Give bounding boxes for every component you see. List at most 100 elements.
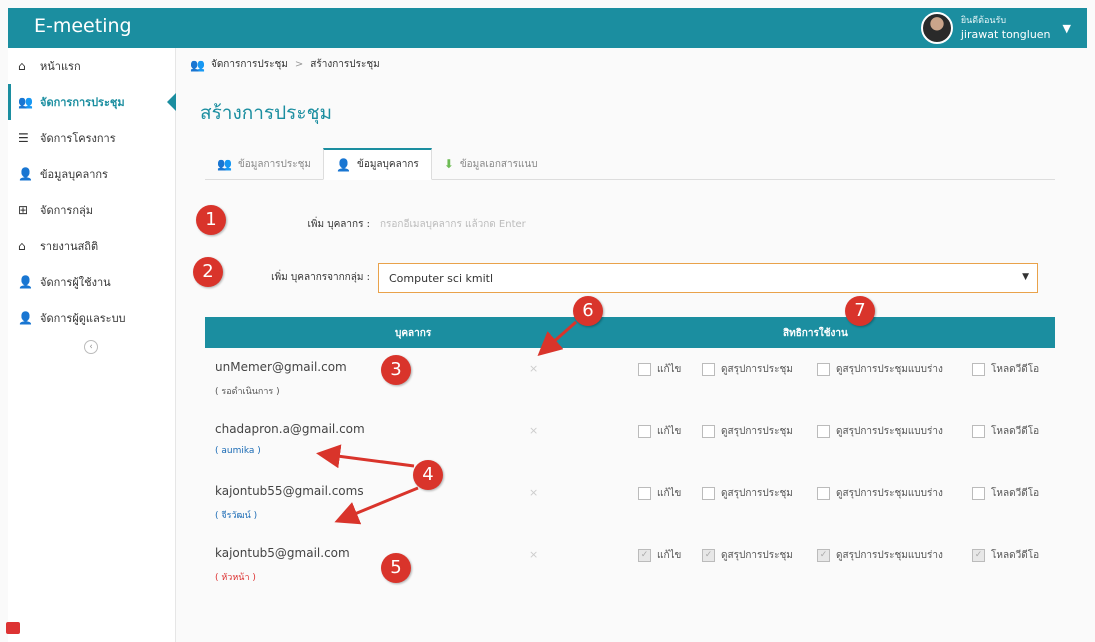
breadcrumb-separator: >	[294, 59, 304, 70]
perm-checkbox[interactable]	[702, 425, 715, 438]
tab-label: ข้อมูลการประชุม	[237, 158, 312, 170]
person-email: chadapron.a@gmail.com	[215, 422, 365, 436]
caret-down-icon[interactable]: ▼	[1063, 22, 1071, 35]
sidebar-item-label: หน้าแรก	[40, 60, 81, 73]
breadcrumb-current: สร้างการประชุม	[310, 59, 380, 70]
app-title[interactable]: E-meeting	[34, 15, 132, 37]
user-welcome-text: ยินดีต้อนรับ	[960, 16, 1007, 26]
perm-edit[interactable]: ✓ แก้ไข	[638, 548, 681, 563]
breadcrumb: 👥 จัดการการประชุม > สร้างการประชุม	[190, 57, 380, 72]
perm-label: ดูสรุปการประชุม	[721, 426, 793, 437]
group-select-value: Computer sci kmitl	[389, 272, 494, 285]
sidebar-item-label: จัดการการประชุม	[40, 96, 125, 109]
callout-7: 7	[845, 296, 875, 326]
perm-label: โหลดวีดีโอ	[991, 550, 1040, 561]
plus-square-icon: ⊞	[18, 203, 29, 217]
perm-checkbox[interactable]	[817, 487, 830, 500]
remove-person-button[interactable]: ×	[529, 424, 538, 437]
perm-download-video[interactable]: โหลดวีดีโอ	[972, 424, 1039, 439]
breadcrumb-link-manage-meetings[interactable]: จัดการการประชุม	[211, 57, 288, 72]
list-icon: ☰	[18, 131, 29, 145]
callout-1: 1	[196, 205, 226, 235]
user-name: jirawat tongluen	[960, 28, 1051, 41]
perm-edit[interactable]: แก้ไข	[638, 362, 681, 377]
add-person-label: เพิ่ม บุคลากร :	[307, 219, 370, 230]
sidebar-item-admins[interactable]: 👤 จัดการผู้ดูแลระบบ	[8, 300, 175, 336]
table-row: kajontub55@gmail.coms ( จีรวัฒน์ ) × แก้…	[205, 476, 1055, 538]
perm-download-video[interactable]: ✓ โหลดวีดีโอ	[972, 548, 1039, 563]
perm-checkbox[interactable]	[702, 363, 715, 376]
perm-label: แก้ไข	[657, 550, 682, 561]
users-icon: 👥	[190, 57, 205, 72]
perm-view-draft[interactable]: ดูสรุปการประชุมแบบร่าง	[817, 424, 943, 439]
user-menu[interactable]: ยินดีต้อนรับ jirawat tongluen ▼	[920, 11, 1071, 45]
home-icon: ⌂	[18, 59, 26, 73]
perm-view-summary[interactable]: ✓ ดูสรุปการประชุม	[702, 548, 793, 563]
perm-checkbox[interactable]	[702, 487, 715, 500]
table-row: kajontub5@gmail.com ( หัวหน้า ) × ✓ แก้ไข…	[205, 538, 1055, 600]
app-root: E-meeting ยินดีต้อนรับ jirawat tongluen …	[0, 0, 1095, 642]
perm-checkbox[interactable]	[972, 425, 985, 438]
tab-label: ข้อมูลเอกสารแนบ	[459, 158, 538, 170]
remove-person-button[interactable]: ×	[529, 362, 538, 375]
remove-person-button[interactable]: ×	[529, 548, 538, 561]
perm-view-draft[interactable]: ดูสรุปการประชุมแบบร่าง	[817, 486, 943, 501]
callout-4: 4	[413, 460, 443, 490]
perm-checkbox-checked[interactable]: ✓	[817, 549, 830, 562]
perm-label: ดูสรุปการประชุม	[721, 550, 793, 561]
perm-download-video[interactable]: โหลดวีดีโอ	[972, 362, 1039, 377]
tab-attachments[interactable]: ⬇ ข้อมูลเอกสารแนบ	[432, 148, 550, 180]
sidebar-item-personnel[interactable]: 👤 ข้อมูลบุคลากร	[8, 156, 175, 192]
perm-label: โหลดวีดีโอ	[991, 364, 1040, 375]
sidebar-item-reports[interactable]: ⌂ รายงานสถิติ	[8, 228, 175, 264]
sidebar-item-label: จัดการผู้ใช้งาน	[40, 276, 111, 289]
tab-meeting-info[interactable]: 👥 ข้อมูลการประชุม	[205, 148, 323, 180]
perm-checkbox-checked[interactable]: ✓	[702, 549, 715, 562]
top-navbar: E-meeting ยินดีต้อนรับ jirawat tongluen …	[8, 8, 1087, 48]
perm-download-video[interactable]: โหลดวีดีโอ	[972, 486, 1039, 501]
sidebar-item-users[interactable]: 👤 จัดการผู้ใช้งาน	[8, 264, 175, 300]
perm-view-summary[interactable]: ดูสรุปการประชุม	[702, 362, 793, 377]
perm-checkbox[interactable]	[638, 487, 651, 500]
personnel-table-header: บุคลากร สิทธิการใช้งาน	[205, 317, 1055, 348]
perm-label: โหลดวีดีโอ	[991, 426, 1040, 437]
perm-view-summary[interactable]: ดูสรุปการประชุม	[702, 486, 793, 501]
perm-checkbox-checked[interactable]: ✓	[638, 549, 651, 562]
column-header-permission: สิทธิการใช้งาน	[783, 328, 848, 339]
user-icon: 👤	[18, 275, 33, 289]
perm-checkbox[interactable]	[972, 363, 985, 376]
callout-5: 5	[381, 553, 411, 583]
users-icon: 👥	[18, 95, 33, 109]
perm-label: โหลดวีดีโอ	[991, 488, 1040, 499]
perm-view-draft[interactable]: ดูสรุปการประชุมแบบร่าง	[817, 362, 943, 377]
home-icon: ⌂	[18, 239, 26, 253]
sidebar-item-home[interactable]: ⌂ หน้าแรก	[8, 48, 175, 84]
person-status: ( หัวหน้า )	[215, 573, 256, 583]
sidebar-item-label: จัดการโครงการ	[40, 132, 116, 145]
perm-view-draft[interactable]: ✓ ดูสรุปการประชุมแบบร่าง	[817, 548, 943, 563]
callout-2: 2	[193, 257, 223, 287]
perm-checkbox[interactable]	[817, 425, 830, 438]
perm-checkbox[interactable]	[972, 487, 985, 500]
sidebar-item-manage-projects[interactable]: ☰ จัดการโครงการ	[8, 120, 175, 156]
sidebar-item-manage-meetings[interactable]: 👥 จัดการการประชุม	[8, 84, 176, 120]
perm-checkbox[interactable]	[638, 363, 651, 376]
tab-personnel[interactable]: 👤 ข้อมูลบุคลากร	[323, 148, 432, 180]
perm-checkbox-checked[interactable]: ✓	[972, 549, 985, 562]
person-email: unMemer@gmail.com	[215, 360, 347, 374]
remove-person-button[interactable]: ×	[529, 486, 538, 499]
sidebar-collapse-button[interactable]: ‹	[84, 340, 98, 354]
perm-edit[interactable]: แก้ไข	[638, 486, 681, 501]
perm-edit[interactable]: แก้ไข	[638, 424, 681, 439]
user-icon: 👤	[18, 311, 33, 325]
perm-checkbox[interactable]	[817, 363, 830, 376]
perm-label: แก้ไข	[657, 488, 682, 499]
add-person-input[interactable]: กรอกอีเมลบุคลากร แล้วกด Enter	[380, 212, 800, 236]
perm-label: ดูสรุปการประชุม	[721, 488, 793, 499]
sidebar-item-groups[interactable]: ⊞ จัดการกลุ่ม	[8, 192, 175, 228]
avatar[interactable]	[920, 12, 953, 44]
perm-view-summary[interactable]: ดูสรุปการประชุม	[702, 424, 793, 439]
perm-checkbox[interactable]	[638, 425, 651, 438]
group-select[interactable]: Computer sci kmitl ▼	[378, 263, 1038, 293]
download-icon: ⬇	[443, 157, 454, 171]
